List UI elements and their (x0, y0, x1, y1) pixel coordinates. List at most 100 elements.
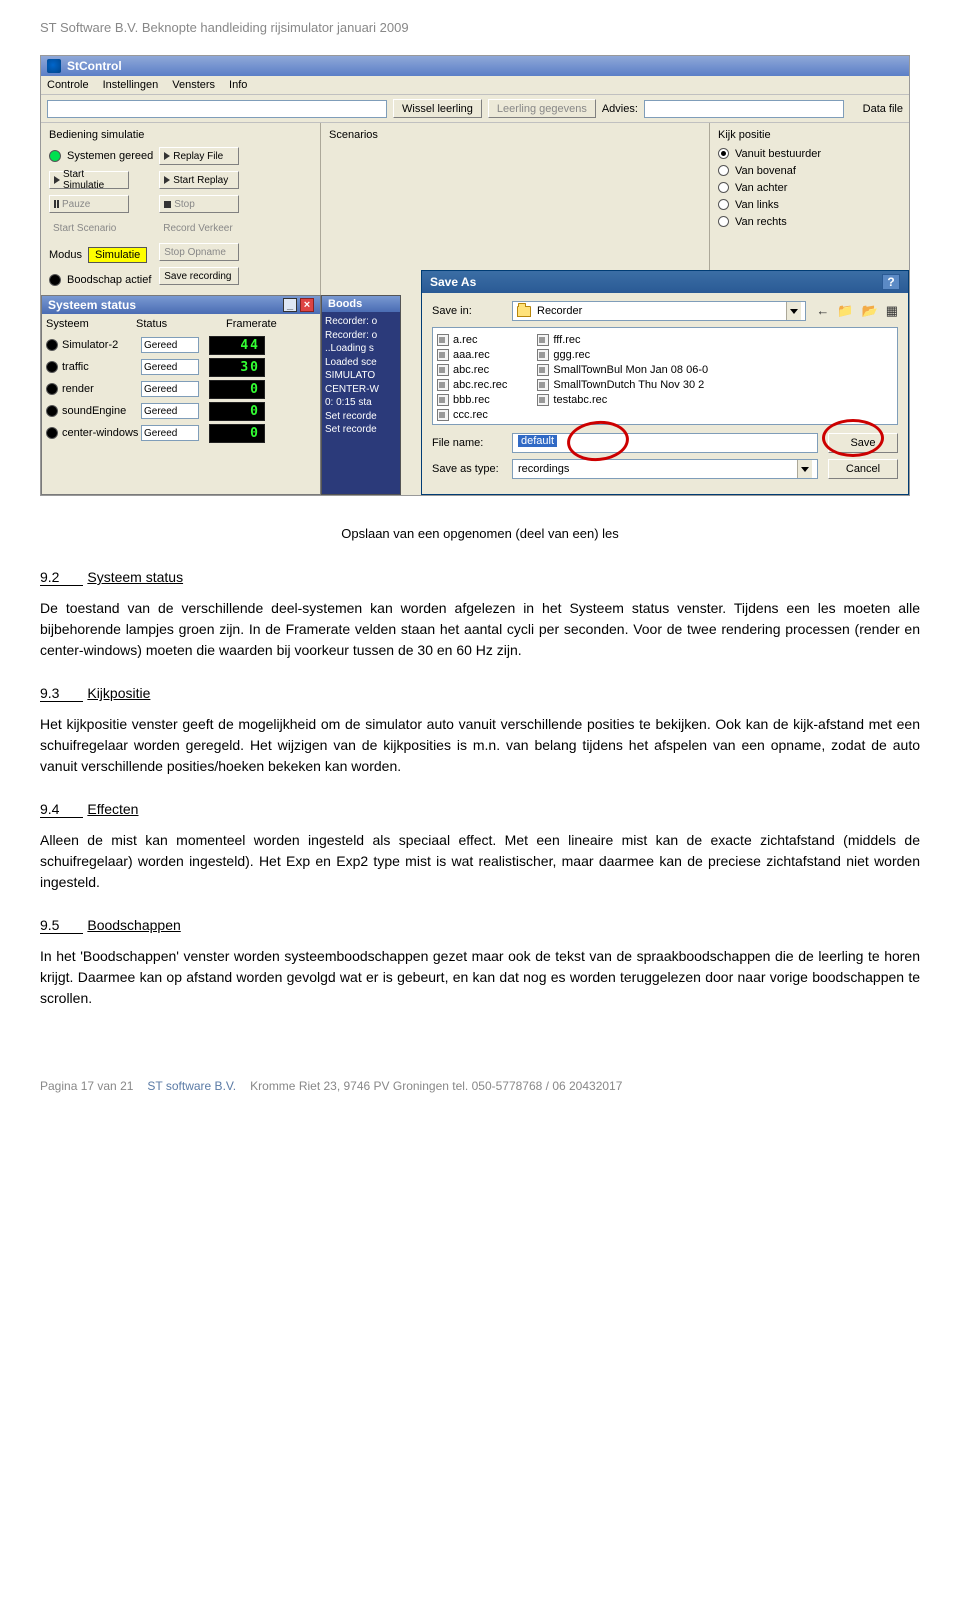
radio-option[interactable]: Van achter (718, 179, 901, 196)
advies-label: Advies: (602, 103, 638, 115)
filename-input[interactable]: default (512, 433, 818, 453)
file-item[interactable]: a.rec (437, 332, 507, 347)
col-status: Status (136, 318, 226, 330)
panel-title: Kijk positie (718, 129, 901, 141)
file-item[interactable]: aaa.rec (437, 347, 507, 362)
stop-opname-button[interactable]: Stop Opname (159, 243, 239, 261)
file-name: aaa.rec (453, 349, 490, 361)
file-item[interactable]: abc.rec (437, 362, 507, 377)
file-item[interactable]: SmallTownBul Mon Jan 08 06-0 (537, 362, 708, 377)
file-item[interactable]: ddd.rec (437, 422, 507, 425)
chevron-down-icon[interactable] (797, 460, 812, 478)
savein-combo[interactable]: Recorder (512, 301, 806, 321)
toolbar: Wissel leerling Leerling gegevens Advies… (41, 95, 909, 123)
close-icon[interactable]: × (300, 298, 314, 312)
log-line: CENTER-W (325, 383, 397, 397)
radio-option[interactable]: Vanuit bestuurder (718, 145, 901, 162)
cancel-button[interactable]: Cancel (828, 459, 898, 479)
radio-option[interactable]: Van links (718, 196, 901, 213)
app-screenshot: StControl Controle Instellingen Vensters… (40, 55, 910, 496)
system-name: center-windows (62, 427, 138, 439)
status-dot-icon (46, 339, 58, 351)
radio-label: Van achter (735, 182, 787, 194)
file-name: bbb.rec (453, 394, 490, 406)
col-systeem: Systeem (46, 318, 136, 330)
status-dot-icon (46, 383, 58, 395)
pauze-button[interactable]: Pauze (49, 195, 129, 213)
file-item[interactable]: fff.rec (537, 332, 708, 347)
radio-option[interactable]: Van bovenaf (718, 162, 901, 179)
doc-header: ST Software B.V. Beknopte handleiding ri… (40, 20, 920, 35)
chevron-down-icon[interactable] (786, 302, 801, 320)
file-item[interactable]: ggg.rec (537, 347, 708, 362)
start-replay-button[interactable]: Start Replay (159, 171, 239, 189)
file-item[interactable]: SmallTownDutch Thu Nov 30 2 (537, 377, 708, 392)
status-value (141, 337, 199, 353)
status-dot-icon (46, 427, 58, 439)
stop-button[interactable]: Stop (159, 195, 239, 213)
file-item[interactable]: abc.rec.rec (437, 377, 507, 392)
file-icon (437, 424, 449, 426)
panel-title: Scenarios (329, 129, 701, 141)
folder-icon (517, 306, 531, 317)
menu-item[interactable]: Vensters (172, 79, 215, 91)
menu-item[interactable]: Controle (47, 79, 89, 91)
file-icon (437, 349, 449, 361)
stop-icon (164, 201, 171, 208)
file-item[interactable]: ccc.rec (437, 407, 507, 422)
section-heading: 9.3 Kijkpositie (40, 685, 920, 702)
file-item[interactable]: testabc.rec (537, 392, 708, 407)
back-icon[interactable]: ← (816, 303, 829, 319)
save-button[interactable]: Save (828, 433, 898, 453)
section-heading: 9.5 Boodschappen (40, 917, 920, 934)
panel-title: Bediening simulatie (49, 129, 316, 141)
system-status-row: render0 (46, 378, 316, 400)
up-folder-icon[interactable]: 📁 (837, 303, 853, 319)
col-framerate: Framerate (226, 318, 316, 330)
file-name: SmallTownBul Mon Jan 08 06-0 (553, 364, 708, 376)
file-icon (437, 379, 449, 391)
radio-option[interactable]: Van rechts (718, 213, 901, 230)
section-name: Systeem status (87, 569, 183, 585)
leerling-input[interactable] (47, 100, 387, 118)
body-paragraph: Het kijkpositie venster geeft de mogelij… (40, 714, 920, 777)
help-icon[interactable]: ? (882, 274, 900, 290)
view-icon[interactable]: ▦ (886, 303, 898, 319)
wissel-leerling-button[interactable]: Wissel leerling (393, 99, 482, 118)
company-address: Kromme Riet 23, 9746 PV Groningen tel. 0… (250, 1079, 622, 1093)
window-titlebar: Boods (322, 296, 400, 312)
record-verkeer-button[interactable]: Record Verkeer (159, 219, 239, 237)
save-recording-button[interactable]: Save recording (159, 267, 239, 285)
advies-input[interactable] (644, 100, 844, 118)
systeem-status-window: Systeem status _ × Systeem Status Framer… (41, 295, 321, 495)
framerate-led: 30 (209, 358, 265, 377)
start-scenario-button[interactable]: Start Scenario (49, 219, 129, 237)
section-name: Effecten (87, 801, 138, 817)
file-name: abc.rec (453, 364, 489, 376)
boodschappen-window: Boods Recorder: oRecorder: o..Loading sL… (321, 295, 401, 495)
menu-item[interactable]: Instellingen (103, 79, 159, 91)
replay-file-button[interactable]: Replay File (159, 147, 239, 165)
save-as-dialog: Save As ? Save in: Recorder ← 📁 (421, 270, 909, 495)
new-folder-icon[interactable]: 📂 (862, 303, 878, 319)
type-label: Save as type: (432, 463, 502, 475)
log-line: Recorder: o (325, 329, 397, 343)
file-item[interactable]: bbb.rec (437, 392, 507, 407)
systemen-gereed-label: Systemen gereed (67, 150, 153, 162)
file-icon (437, 364, 449, 376)
leerling-gegevens-button[interactable]: Leerling gegevens (488, 99, 596, 118)
minimize-icon[interactable]: _ (283, 298, 297, 312)
file-name: ddd.rec (453, 424, 490, 426)
play-icon (164, 176, 170, 184)
dialog-titlebar: Save As ? (422, 271, 908, 293)
system-status-row: center-windows0 (46, 422, 316, 444)
status-value (141, 381, 199, 397)
section-number: 9.2 (40, 569, 83, 586)
type-combo[interactable]: recordings (512, 459, 818, 479)
start-simulatie-button[interactable]: Start Simulatie (49, 171, 129, 189)
file-list[interactable]: a.rec aaa.rec abc.recabc.rec.rec bbb.recccc… (432, 327, 898, 425)
framerate-led: 0 (209, 402, 265, 421)
menu-item[interactable]: Info (229, 79, 247, 91)
status-value (141, 403, 199, 419)
file-icon (537, 379, 549, 391)
